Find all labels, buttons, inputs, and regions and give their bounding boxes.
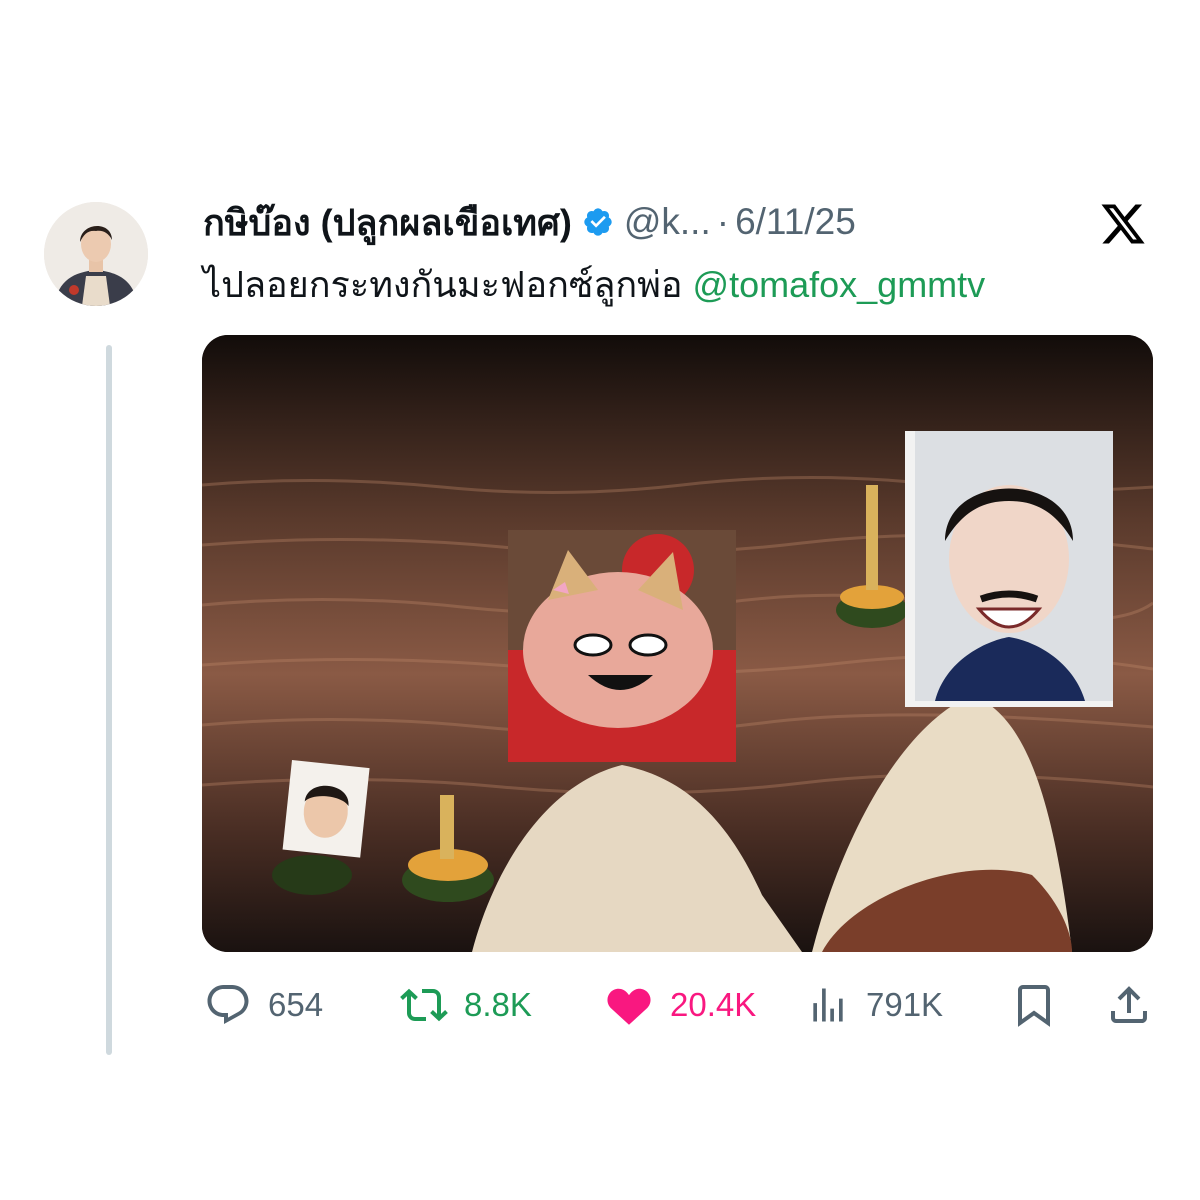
heart-icon <box>607 988 651 1025</box>
views-count: 791K <box>866 986 944 1023</box>
post-text: ไปลอยกระทงกันมะฟอกซ์ลูกพ่อ @tomafox_gmmt… <box>203 260 985 310</box>
author-avatar[interactable] <box>44 202 148 306</box>
avatar-image <box>44 202 148 306</box>
verified-badge-icon <box>584 208 612 236</box>
post-header: กษิบ๊อง (ปลูกผลเขือเทศ) @k... · 6/11/25 <box>203 196 856 248</box>
reply-icon <box>207 985 249 1025</box>
mention-link[interactable]: @tomafox_gmmtv <box>693 264 986 305</box>
media-photo <box>202 335 1153 952</box>
reply-count: 654 <box>268 986 324 1023</box>
action-bar: 654 8.8K 20.4K 791K <box>200 975 1160 1035</box>
bookmark-icon <box>1018 985 1050 1027</box>
views-icon <box>813 988 843 1022</box>
thread-line <box>106 345 112 1055</box>
repost-count: 8.8K <box>464 986 532 1023</box>
views-button[interactable]: 791K <box>806 975 943 1035</box>
x-logo-icon[interactable] <box>1098 200 1148 248</box>
reply-button[interactable]: 654 <box>204 975 323 1035</box>
like-count: 20.4K <box>670 986 757 1023</box>
display-name[interactable]: กษิบ๊อง (ปลูกผลเขือเทศ) <box>203 194 572 251</box>
post-media[interactable] <box>202 335 1153 952</box>
share-button[interactable] <box>1105 975 1153 1035</box>
share-icon <box>1111 986 1147 1023</box>
post-date[interactable]: 6/11/25 <box>735 201 856 243</box>
like-button[interactable]: 20.4K <box>604 975 756 1035</box>
bookmark-button[interactable] <box>1010 975 1058 1035</box>
post-body: ไปลอยกระทงกันมะฟอกซ์ลูกพ่อ <box>203 264 683 305</box>
author-handle[interactable]: @k... <box>624 201 711 243</box>
repost-icon <box>400 988 448 1022</box>
repost-button[interactable]: 8.8K <box>400 975 532 1035</box>
separator-dot: · <box>716 201 730 242</box>
